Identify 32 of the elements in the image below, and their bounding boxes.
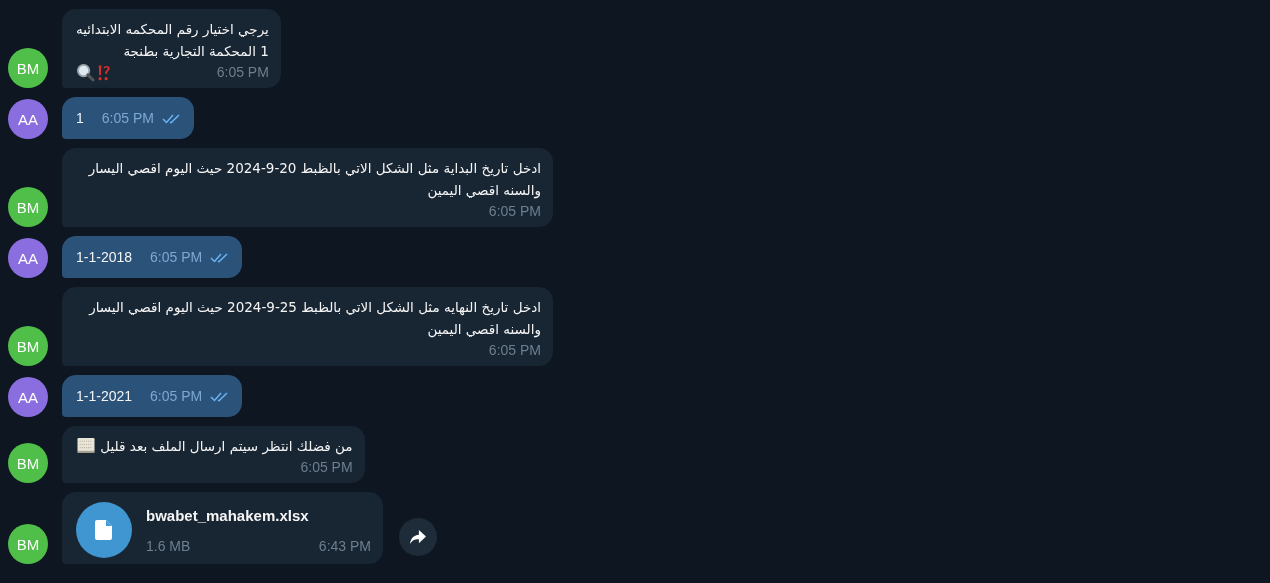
avatar[interactable]: AA [8, 377, 48, 417]
message-text: 1 [76, 110, 84, 126]
file-size: 1.6 MB [146, 537, 191, 554]
message-time: 6:05 PM [488, 203, 541, 219]
message-text: ادخل تاريخ النهايه مثل الشكل الاتي بالظبط 25-9-2024 حيث اليوم اقصي اليسار والسنه اقصي اليمين [87, 298, 541, 340]
forward-button[interactable] [399, 518, 437, 556]
message-text: 1-1-2021 [76, 388, 133, 404]
forward-icon [409, 529, 427, 545]
avatar[interactable]: BM [8, 443, 48, 483]
avatar[interactable]: BM [8, 326, 48, 366]
avatar[interactable]: AA [8, 238, 48, 278]
message-text: من فضلك انتظر سيتم ارسال الملف بعد قليل [76, 435, 353, 457]
message-time: 6:43 PM [318, 537, 371, 554]
message-time: 6:05 PM [488, 342, 541, 358]
avatar[interactable]: BM [8, 48, 48, 88]
message-text: ادخل تاريخ البداية مثل الشكل الاتي بالظبط 20-9-2024 حيث اليوم اقصي اليسار والسنه اقصي اليمين [87, 159, 541, 201]
message-text: 1-1-2018 [76, 249, 133, 265]
file-name: bwabet_mahakem.xlsx [146, 506, 310, 524]
avatar[interactable]: BM [8, 524, 48, 564]
message-text: 1 المحكمة التجارية بطنجة [123, 42, 269, 62]
message-time: 6:05 PM [150, 249, 203, 265]
avatar[interactable]: AA [8, 99, 48, 139]
message-time: 6:05 PM [150, 388, 203, 404]
message-text: يرجي اختيار رقم المحكمه الابتدائيه [76, 20, 269, 40]
file-icon [76, 502, 132, 558]
avatar[interactable]: BM [8, 187, 48, 227]
message-time: 6:05 PM [216, 64, 269, 80]
file-message[interactable]: bwabet_mahakem.xlsx 1.6 MB 6:43 PM [62, 492, 383, 564]
message-time: 6:05 PM [101, 110, 154, 126]
magnifier-icon [76, 62, 95, 82]
message-time: 6:05 PM [300, 459, 353, 475]
page-icon [76, 437, 96, 454]
